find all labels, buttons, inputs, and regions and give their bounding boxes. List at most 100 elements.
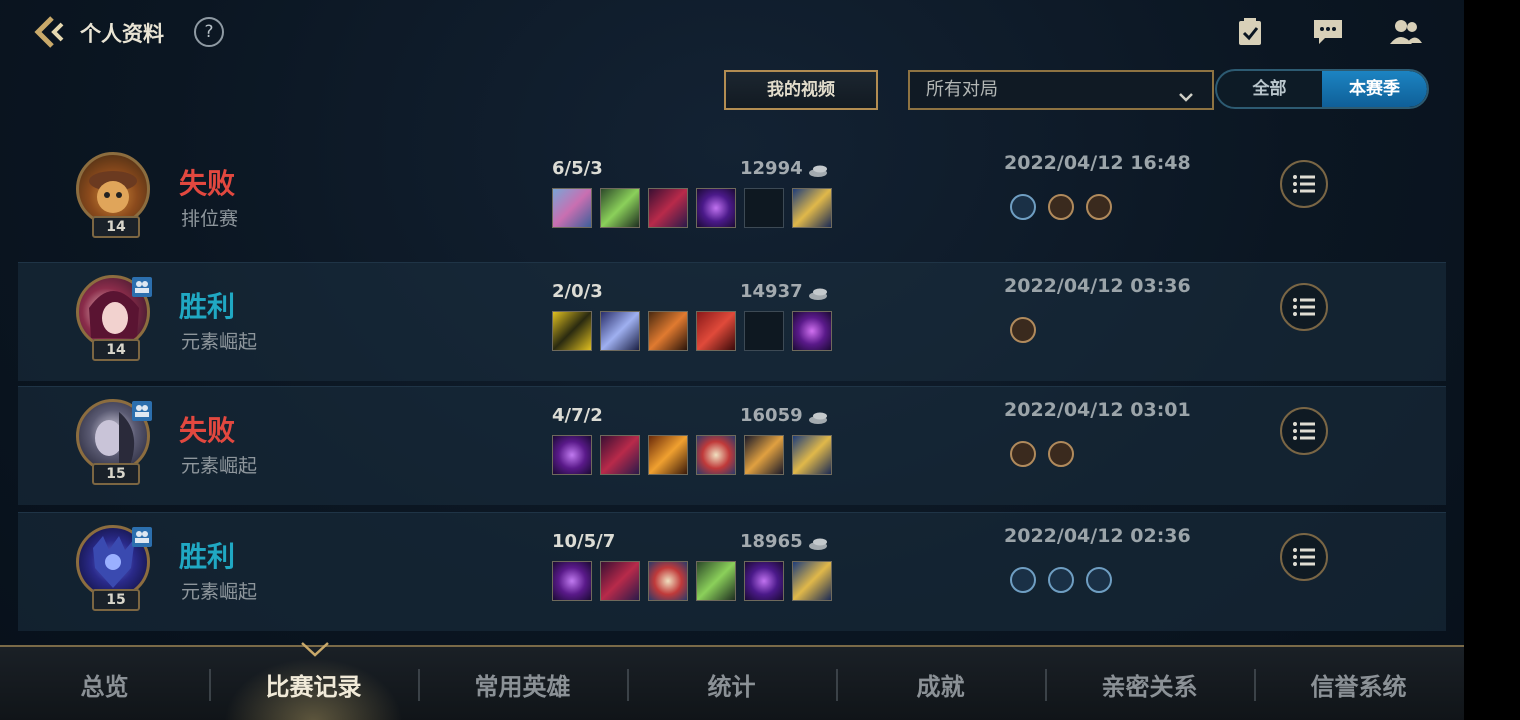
- tab-match-history[interactable]: 比赛记录: [209, 647, 418, 720]
- champion-level: 15: [92, 589, 140, 611]
- rune-icon: [1010, 194, 1036, 220]
- match-row[interactable]: 15 胜利 元素崛起 10/5/7 18965 2022/04/12 02:36: [18, 512, 1446, 631]
- match-result: 失败: [179, 167, 236, 200]
- list-icon: [1293, 175, 1315, 193]
- rune-icon: [1048, 441, 1074, 467]
- gold-icon: [809, 288, 827, 300]
- item-slot[interactable]: [648, 435, 688, 475]
- item-slot[interactable]: [696, 435, 736, 475]
- gold-amount: 16059: [740, 405, 803, 426]
- gold-icon: [809, 412, 827, 424]
- gold-icon: [809, 165, 827, 177]
- game-mode: 元素崛起: [181, 331, 258, 353]
- match-result: 失败: [179, 414, 236, 447]
- tab-stats[interactable]: 统计: [627, 647, 836, 720]
- item-slot-empty[interactable]: [744, 311, 784, 351]
- item-slot[interactable]: [648, 311, 688, 351]
- item-slot[interactable]: [600, 435, 640, 475]
- screen-edge: [1464, 0, 1520, 720]
- match-result: 胜利: [179, 290, 236, 323]
- party-icon: [132, 277, 152, 297]
- friends-icon[interactable]: [1389, 16, 1423, 48]
- item-slot[interactable]: [600, 561, 640, 601]
- game-mode: 元素崛起: [181, 581, 258, 603]
- item-slot[interactable]: [552, 311, 592, 351]
- trinket-slot[interactable]: [792, 311, 832, 351]
- gold-amount: 18965: [740, 531, 803, 552]
- chat-icon[interactable]: [1311, 16, 1345, 48]
- back-arrow-icon[interactable]: [32, 14, 72, 50]
- trinket-slot[interactable]: [792, 561, 832, 601]
- item-slot[interactable]: [552, 435, 592, 475]
- my-videos-button[interactable]: 我的视频: [724, 70, 878, 110]
- game-mode: 排位赛: [181, 208, 239, 230]
- champion-level: 14: [92, 339, 140, 361]
- kda: 6/5/3: [552, 158, 603, 179]
- item-slot[interactable]: [744, 435, 784, 475]
- kda: 4/7/2: [552, 405, 603, 426]
- tab-achievements[interactable]: 成就: [836, 647, 1045, 720]
- page-title: 个人资料: [80, 22, 164, 46]
- match-filter-dropdown[interactable]: 所有对局: [908, 70, 1214, 110]
- item-slot[interactable]: [600, 311, 640, 351]
- item-slot[interactable]: [696, 561, 736, 601]
- active-tab-indicator-icon: [301, 642, 329, 657]
- party-icon: [132, 527, 152, 547]
- match-date: 2022/04/12 16:48: [1004, 152, 1191, 174]
- match-date: 2022/04/12 03:36: [1004, 275, 1191, 297]
- gold-amount: 14937: [740, 281, 803, 302]
- rune-icon: [1048, 567, 1074, 593]
- rune-icon: [1086, 194, 1112, 220]
- item-slot[interactable]: [744, 561, 784, 601]
- champion-level: 14: [92, 216, 140, 238]
- match-date: 2022/04/12 02:36: [1004, 525, 1191, 547]
- gold-icon: [809, 538, 827, 550]
- screen: 个人资料 ? 我的视频 所有对局 全部 本赛季 14 失败 排位赛 6/5/3 …: [0, 0, 1464, 720]
- kda: 2/0/3: [552, 281, 603, 302]
- match-filter-value: 所有对局: [926, 79, 998, 100]
- match-date: 2022/04/12 03:01: [1004, 399, 1191, 421]
- trinket-slot[interactable]: [792, 188, 832, 228]
- tab-champions[interactable]: 常用英雄: [418, 647, 627, 720]
- list-icon: [1293, 422, 1315, 440]
- champion-portrait: [76, 152, 150, 226]
- tab-relationships[interactable]: 亲密关系: [1045, 647, 1254, 720]
- tasks-icon[interactable]: [1234, 16, 1268, 48]
- kda: 10/5/7: [552, 531, 616, 552]
- match-result: 胜利: [179, 540, 236, 573]
- toggle-all[interactable]: 全部: [1217, 71, 1322, 107]
- bottom-nav: 总览 比赛记录 常用英雄 统计 成就 亲密关系 信誉系统: [0, 645, 1464, 720]
- item-slot[interactable]: [552, 561, 592, 601]
- match-row[interactable]: 14 胜利 元素崛起 2/0/3 14937 2022/04/12 03:36: [18, 262, 1446, 381]
- item-slot[interactable]: [696, 311, 736, 351]
- match-row[interactable]: 14 失败 排位赛 6/5/3 12994 2022/04/12 16:48: [18, 140, 1446, 258]
- gold-amount: 12994: [740, 158, 803, 179]
- champion-level: 15: [92, 463, 140, 485]
- match-detail-button[interactable]: [1280, 533, 1328, 581]
- rune-icon: [1010, 567, 1036, 593]
- match-detail-button[interactable]: [1280, 407, 1328, 455]
- match-row[interactable]: 15 失败 元素崛起 4/7/2 16059 2022/04/12 03:01: [18, 386, 1446, 505]
- rune-icon: [1048, 194, 1074, 220]
- list-icon: [1293, 548, 1315, 566]
- match-detail-button[interactable]: [1280, 283, 1328, 331]
- item-slot[interactable]: [600, 188, 640, 228]
- trinket-slot[interactable]: [792, 435, 832, 475]
- match-detail-button[interactable]: [1280, 160, 1328, 208]
- tab-honor[interactable]: 信誉系统: [1254, 647, 1463, 720]
- rune-icon: [1086, 567, 1112, 593]
- help-icon[interactable]: ?: [194, 17, 224, 47]
- tab-overview[interactable]: 总览: [0, 647, 209, 720]
- game-mode: 元素崛起: [181, 455, 258, 477]
- rune-icon: [1010, 317, 1036, 343]
- toggle-season[interactable]: 本赛季: [1322, 71, 1427, 107]
- item-slot[interactable]: [648, 188, 688, 228]
- season-toggle[interactable]: 全部 本赛季: [1215, 69, 1429, 109]
- item-slot-empty[interactable]: [744, 188, 784, 228]
- item-slot[interactable]: [696, 188, 736, 228]
- list-icon: [1293, 298, 1315, 316]
- item-slot[interactable]: [552, 188, 592, 228]
- party-icon: [132, 401, 152, 421]
- rune-icon: [1010, 441, 1036, 467]
- item-slot[interactable]: [648, 561, 688, 601]
